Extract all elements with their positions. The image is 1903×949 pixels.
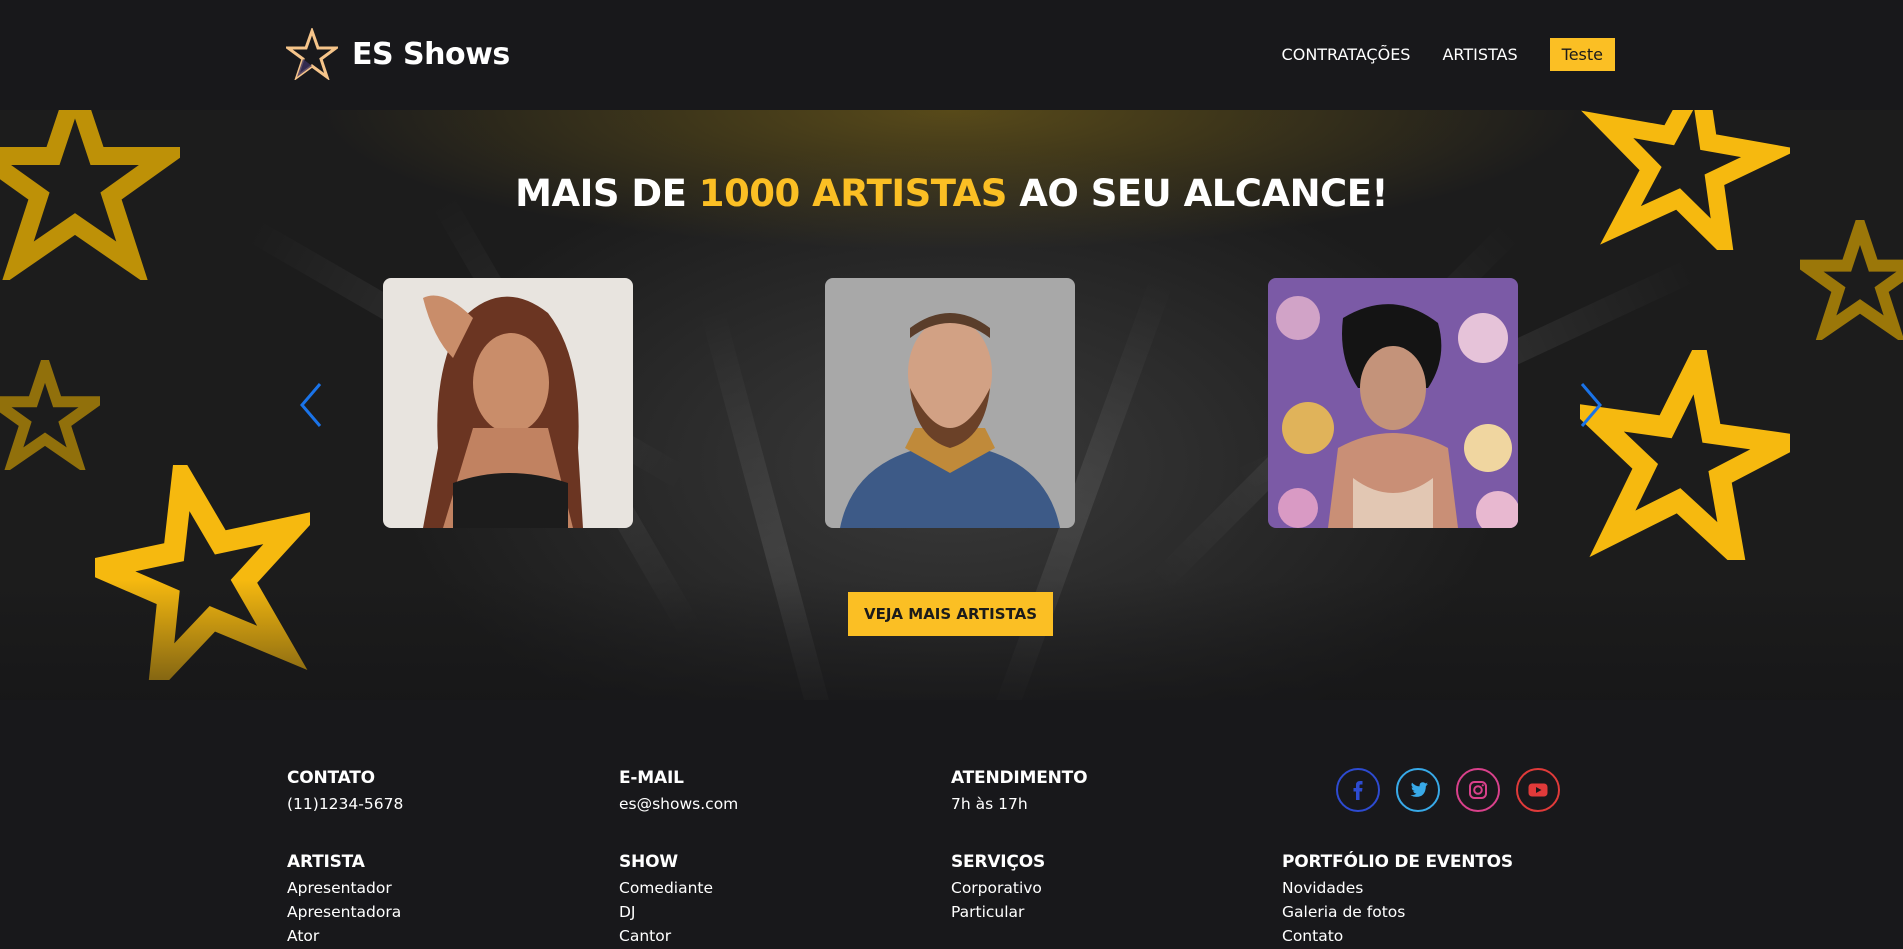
contact-block: CONTATO (11)1234-5678 bbox=[287, 768, 403, 816]
hero-title-prefix: MAIS DE bbox=[515, 172, 699, 215]
email-block: E-MAIL es@shows.com bbox=[619, 768, 738, 816]
teste-button[interactable]: Teste bbox=[1549, 38, 1615, 71]
hero-title: MAIS DE 1000 ARTISTAS AO SEU ALCANCE! bbox=[0, 172, 1903, 215]
artist-card-1[interactable] bbox=[383, 278, 633, 528]
hours-heading: ATENDIMENTO bbox=[951, 768, 1088, 788]
site-footer: CONTATO (11)1234-5678 E-MAIL es@shows.co… bbox=[0, 700, 1903, 949]
carousel-prev-arrow-icon[interactable] bbox=[296, 380, 326, 430]
hours-block: ATENDIMENTO 7h às 17h bbox=[951, 768, 1088, 816]
hours-value: 7h às 17h bbox=[951, 795, 1028, 813]
brand-name: ES Shows bbox=[352, 36, 510, 72]
footer-link-apresentador[interactable]: Apresentador bbox=[287, 876, 401, 900]
star-decoration-icon bbox=[0, 360, 100, 470]
artist-photo bbox=[825, 278, 1075, 528]
footer-link-novidades[interactable]: Novidades bbox=[1282, 876, 1513, 900]
facebook-icon[interactable] bbox=[1336, 768, 1380, 812]
hero-title-suffix: AO SEU ALCANCE! bbox=[1006, 172, 1388, 215]
footer-link-cantor[interactable]: Cantor bbox=[619, 924, 713, 948]
artist-card-2[interactable] bbox=[825, 278, 1075, 528]
portfolio-heading: PORTFÓLIO DE EVENTOS bbox=[1282, 852, 1513, 872]
twitter-icon[interactable] bbox=[1396, 768, 1440, 812]
youtube-icon[interactable] bbox=[1516, 768, 1560, 812]
contact-heading: CONTATO bbox=[287, 768, 375, 788]
social-links bbox=[1336, 768, 1560, 812]
footer-link-comediante[interactable]: Comediante bbox=[619, 876, 713, 900]
show-block: SHOW Comediante DJ Cantor bbox=[619, 852, 713, 948]
main-nav: CONTRATAÇÕES ARTISTAS Teste bbox=[1282, 38, 1615, 71]
footer-link-particular[interactable]: Particular bbox=[951, 900, 1045, 924]
nav-artistas[interactable]: ARTISTAS bbox=[1442, 45, 1517, 64]
artist-card-3[interactable] bbox=[1268, 278, 1518, 528]
email-heading: E-MAIL bbox=[619, 768, 684, 788]
site-header: ES Shows CONTRATAÇÕES ARTISTAS Teste bbox=[0, 0, 1903, 110]
artist-photo bbox=[383, 278, 633, 528]
carousel-next-arrow-icon[interactable] bbox=[1576, 380, 1606, 430]
nav-contratacoes[interactable]: CONTRATAÇÕES bbox=[1282, 45, 1411, 64]
footer-link-corporativo[interactable]: Corporativo bbox=[951, 876, 1045, 900]
footer-link-contato[interactable]: Contato bbox=[1282, 924, 1513, 948]
instagram-icon[interactable] bbox=[1456, 768, 1500, 812]
contact-phone: (11)1234-5678 bbox=[287, 795, 404, 813]
portfolio-block: PORTFÓLIO DE EVENTOS Novidades Galeria d… bbox=[1282, 852, 1513, 948]
footer-link-apresentadora[interactable]: Apresentadora bbox=[287, 900, 401, 924]
hero-title-accent: 1000 ARTISTAS bbox=[698, 172, 1008, 215]
star-decoration-icon bbox=[1800, 220, 1903, 340]
see-more-artists-button[interactable]: VEJA MAIS ARTISTAS bbox=[848, 592, 1053, 636]
footer-link-dj[interactable]: DJ bbox=[619, 900, 713, 924]
artista-block: ARTISTA Apresentador Apresentadora Ator bbox=[287, 852, 401, 948]
artista-heading: ARTISTA bbox=[287, 852, 365, 872]
star-decoration-icon bbox=[1580, 350, 1790, 560]
servicos-heading: SERVIÇOS bbox=[951, 852, 1046, 872]
artist-photo bbox=[1268, 278, 1518, 528]
footer-link-ator[interactable]: Ator bbox=[287, 924, 401, 948]
show-heading: SHOW bbox=[619, 852, 678, 872]
email-link[interactable]: es@shows.com bbox=[619, 792, 738, 816]
brand-logo[interactable]: ES Shows bbox=[286, 28, 510, 80]
star-logo-icon bbox=[286, 28, 338, 80]
footer-link-galeria[interactable]: Galeria de fotos bbox=[1282, 900, 1513, 924]
hero-section: MAIS DE 1000 ARTISTAS AO SEU ALCANCE! VE… bbox=[0, 110, 1903, 700]
servicos-block: SERVIÇOS Corporativo Particular bbox=[951, 852, 1045, 924]
